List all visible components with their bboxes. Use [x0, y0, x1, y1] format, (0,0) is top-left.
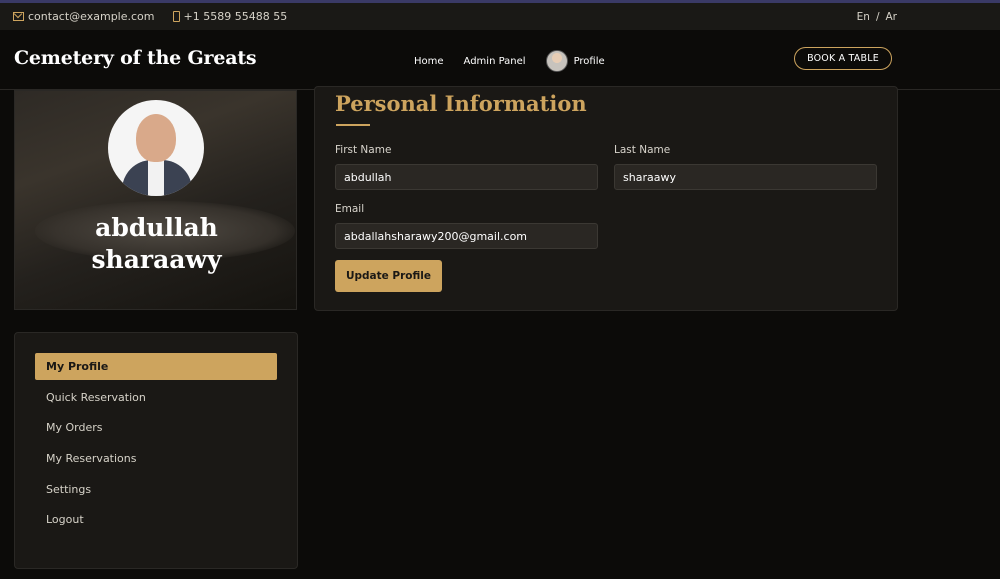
menu-item-my-orders[interactable]: My Orders	[35, 414, 277, 441]
lang-separator: /	[875, 10, 880, 23]
email-input[interactable]	[335, 223, 598, 249]
last-name-label: Last Name	[614, 144, 671, 156]
top-contact-bar: contact@example.com +1 5589 55488 55 En …	[0, 3, 1000, 30]
menu-item-my-profile[interactable]: My Profile	[35, 353, 277, 380]
nav-links: Home Admin Panel Profile	[414, 50, 605, 72]
nav-link-home[interactable]: Home	[414, 56, 444, 67]
section-title: Personal Information	[335, 91, 587, 116]
contact-email[interactable]: contact@example.com	[13, 10, 155, 23]
profile-last-name: sharaawy	[91, 245, 222, 274]
contact-phone[interactable]: +1 5589 55488 55	[172, 10, 288, 23]
main-navbar: Cemetery of the Greats Home Admin Panel …	[0, 30, 1000, 90]
menu-item-my-reservations[interactable]: My Reservations	[35, 445, 277, 472]
menu-item-quick-reservation[interactable]: Quick Reservation	[35, 384, 277, 411]
title-underline	[336, 124, 370, 126]
envelope-icon	[13, 12, 24, 21]
update-profile-button[interactable]: Update Profile	[335, 260, 442, 292]
contact-email-text: contact@example.com	[28, 10, 155, 23]
first-name-input[interactable]	[335, 164, 598, 190]
first-name-label: First Name	[335, 144, 392, 156]
avatar-shirt	[148, 160, 164, 196]
profile-first-name: abdullah	[95, 213, 218, 242]
brand-logo[interactable]: Cemetery of the Greats	[14, 47, 257, 69]
profile-card: abdullah sharaawy	[14, 90, 297, 310]
email-label: Email	[335, 203, 365, 215]
nav-link-profile[interactable]: Profile	[545, 50, 605, 72]
phone-icon	[172, 11, 180, 22]
language-switcher: En / Ar	[857, 11, 897, 23]
profile-avatar	[108, 100, 204, 196]
account-side-menu: My Profile Quick Reservation My Orders M…	[14, 332, 298, 569]
avatar	[545, 50, 568, 72]
book-table-button[interactable]: BOOK A TABLE	[794, 47, 892, 70]
nav-link-admin-panel[interactable]: Admin Panel	[464, 56, 526, 67]
lang-ar-link[interactable]: Ar	[886, 11, 898, 23]
lang-en-link[interactable]: En	[857, 11, 870, 23]
nav-profile-label: Profile	[573, 55, 605, 67]
contact-phone-text: +1 5589 55488 55	[183, 10, 288, 23]
personal-info-card: Personal Information First Name Last Nam…	[314, 86, 898, 311]
last-name-input[interactable]	[614, 164, 877, 190]
menu-item-settings[interactable]: Settings	[35, 476, 277, 503]
profile-name: abdullah sharaawy	[15, 212, 296, 276]
avatar-head	[136, 114, 176, 162]
menu-item-logout[interactable]: Logout	[35, 506, 277, 533]
